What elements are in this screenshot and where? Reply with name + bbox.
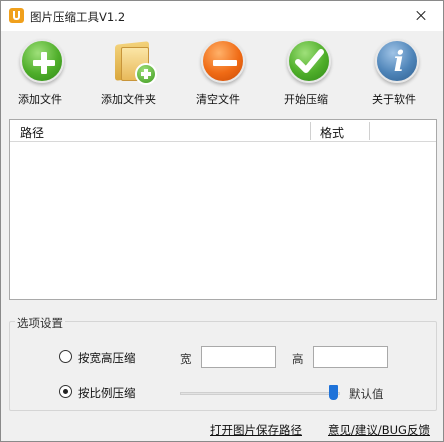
add-file-button[interactable]: 添加文件 [18, 39, 70, 109]
close-button[interactable] [399, 1, 443, 31]
radio-ratio-label[interactable]: 按比例压缩 [78, 385, 136, 401]
column-divider[interactable] [369, 122, 370, 140]
toolbar: 添加文件 添加文件夹 清空文件 开始压缩 i 关于软件 [1, 31, 443, 113]
clear-files-label: 清空文件 [196, 93, 240, 106]
about-label: 关于软件 [372, 93, 416, 106]
about-button[interactable]: i 关于软件 [372, 39, 424, 109]
app-logo-icon [9, 8, 24, 23]
height-label: 高 [292, 352, 304, 366]
folder-add-icon [111, 39, 157, 85]
add-folder-label: 添加文件夹 [101, 93, 156, 106]
app-window: 图片压缩工具V1.2 添加文件 添加文件夹 清空文件 开始压缩 i 关于软件 路… [0, 0, 444, 442]
column-divider[interactable] [310, 122, 311, 140]
options-group-title: 选项设置 [15, 315, 65, 331]
radio-ratio[interactable] [59, 385, 72, 398]
start-compress-button[interactable]: 开始压缩 [284, 39, 336, 109]
width-input[interactable] [201, 346, 276, 368]
radio-width-height-label[interactable]: 按宽高压缩 [78, 350, 136, 366]
radio-width-height[interactable] [59, 350, 72, 363]
info-blue-circle-icon: i [375, 39, 421, 85]
table-header: 路径 格式 [10, 120, 436, 142]
file-list-table[interactable]: 路径 格式 [9, 119, 437, 300]
window-title: 图片压缩工具V1.2 [30, 10, 126, 24]
ratio-slider-thumb[interactable] [329, 385, 338, 400]
radio-selected-dot [63, 389, 68, 394]
open-save-path-link[interactable]: 打开图片保存路径 [210, 422, 302, 438]
default-value-label: 默认值 [349, 387, 384, 401]
add-green-circle-icon [20, 39, 66, 85]
add-file-label: 添加文件 [18, 93, 62, 106]
title-bar: 图片压缩工具V1.2 [1, 1, 443, 31]
start-compress-label: 开始压缩 [284, 93, 328, 106]
column-header-path[interactable]: 路径 [20, 124, 44, 141]
check-green-circle-icon [287, 39, 333, 85]
feedback-link[interactable]: 意见/建议/BUG反馈 [328, 422, 430, 438]
clear-files-button[interactable]: 清空文件 [196, 39, 248, 109]
add-folder-button[interactable]: 添加文件夹 [101, 39, 165, 109]
ratio-slider-track[interactable] [180, 392, 340, 395]
height-input[interactable] [313, 346, 388, 368]
minus-orange-circle-icon [201, 39, 247, 85]
width-label: 宽 [180, 352, 192, 366]
column-header-format[interactable]: 格式 [320, 124, 344, 141]
